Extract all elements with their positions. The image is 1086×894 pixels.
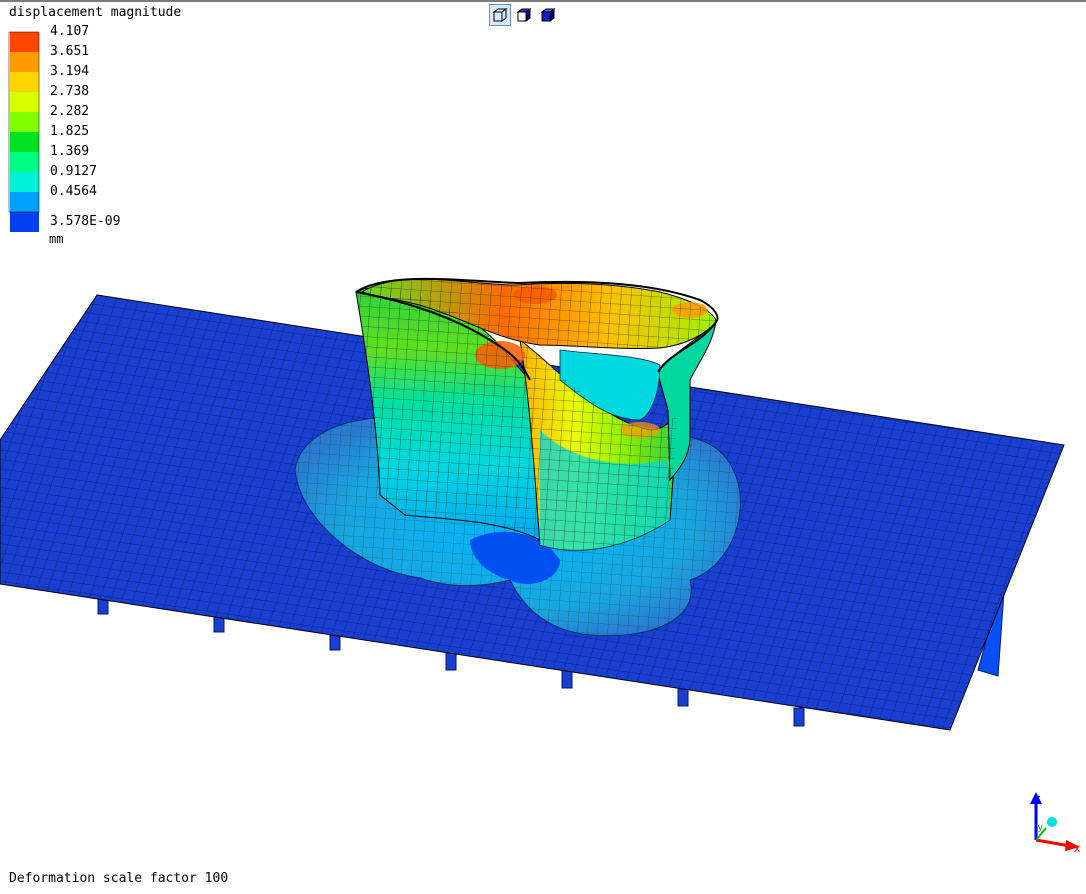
deformation-scale-label: Deformation scale factor 100 — [9, 871, 229, 886]
x-axis-line — [1035, 838, 1071, 848]
y-axis-label: y — [1038, 822, 1043, 832]
x-axis-label: x — [1074, 841, 1080, 855]
z-axis-label: z — [1035, 793, 1041, 805]
legend-border — [8, 31, 40, 213]
y-axis-marker — [1047, 817, 1057, 827]
model-viewport[interactable] — [0, 0, 1086, 894]
coordinate-triad: z x y — [1030, 792, 1080, 855]
